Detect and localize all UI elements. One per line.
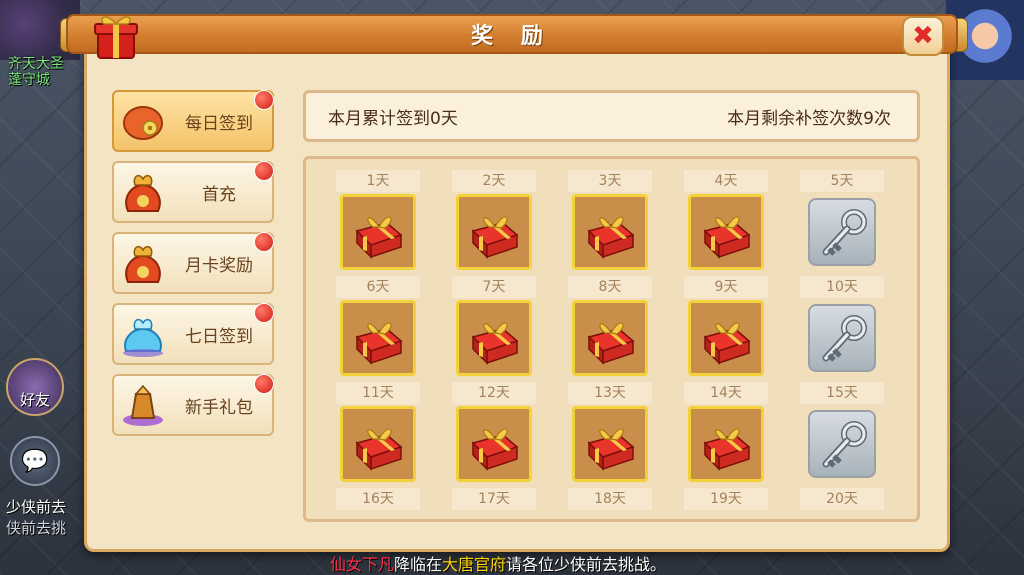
calendar-cell: 5天 <box>800 170 884 274</box>
day-label: 19天 <box>684 488 768 510</box>
day-label: 11天 <box>336 382 420 404</box>
day-label: 14天 <box>684 382 768 404</box>
tab-label: 月卡奖励 <box>185 255 253 276</box>
gift-reward-slot[interactable] <box>688 300 764 376</box>
tab-first-recharge[interactable]: 首充 <box>112 161 274 223</box>
notification-badge <box>254 232 274 252</box>
player-name: 齐天大圣 蓬守城 <box>8 56 64 88</box>
day-label: 15天 <box>800 382 884 404</box>
close-icon: ✖ <box>912 21 934 51</box>
tab-label: 七日签到 <box>185 326 253 347</box>
tab-daily-signin[interactable]: 每日签到 <box>112 90 274 152</box>
notification-badge <box>254 161 274 181</box>
calendar-cell: 7天 <box>452 276 536 380</box>
chat-line2: 侠前去挑 <box>6 519 67 537</box>
broadcast-text: 降临在 <box>394 555 443 574</box>
day-label: 8天 <box>568 276 652 298</box>
tab-seven-day-signin[interactable]: 七日签到 <box>112 303 274 365</box>
day-label: 10天 <box>800 276 884 298</box>
day-label: 5天 <box>800 170 884 192</box>
chat-bubble-icon: 💬 <box>21 448 49 474</box>
day-label: 9天 <box>684 276 768 298</box>
day-label: 3天 <box>568 170 652 192</box>
day-label: 16天 <box>336 488 420 510</box>
remaining-makeup-text: 本月剩余补签次数9次 <box>727 108 891 129</box>
gift-reward-slot[interactable] <box>456 300 532 376</box>
day-label: 20天 <box>800 488 884 510</box>
gift-reward-slot[interactable] <box>340 406 416 482</box>
broadcast-location: 大唐官府 <box>442 555 507 574</box>
notification-badge <box>254 90 274 110</box>
calendar-cell: 9天 <box>684 276 768 380</box>
calendar-cell: 3天 <box>568 170 652 274</box>
gift-reward-slot[interactable] <box>572 300 648 376</box>
day-label: 12天 <box>452 382 536 404</box>
gift-reward-slot[interactable] <box>456 194 532 270</box>
gift-reward-slot[interactable] <box>688 406 764 482</box>
system-broadcast: 仙女下凡降临在大唐官府请各位少侠前去挑战。 <box>330 551 666 575</box>
calendar-cell: 12天 <box>452 382 536 486</box>
calendar-cell: 8天 <box>568 276 652 380</box>
calendar-cell: 18天 <box>568 488 652 512</box>
notification-badge <box>254 374 274 394</box>
chat-button[interactable]: 💬 <box>10 436 60 486</box>
calendar-cell: 17天 <box>452 488 536 512</box>
gift-reward-slot[interactable] <box>688 194 764 270</box>
gift-reward-slot[interactable] <box>340 300 416 376</box>
calendar-cell: 2天 <box>452 170 536 274</box>
player-name-line1: 齐天大圣 <box>8 56 64 72</box>
day-label: 4天 <box>684 170 768 192</box>
friends-label: 好友 <box>19 391 50 409</box>
gift-reward-slot[interactable] <box>340 194 416 270</box>
coin-pouch-icon <box>114 92 172 150</box>
gift-reward-slot[interactable] <box>572 406 648 482</box>
tab-label: 首充 <box>202 184 236 205</box>
calendar-cell: 16天 <box>336 488 420 512</box>
day-label: 17天 <box>452 488 536 510</box>
signin-info-bar: 本月累计签到0天 本月剩余补签次数9次 <box>303 90 920 142</box>
chat-line1: 少侠前去 <box>6 498 67 516</box>
tab-label: 每日签到 <box>185 113 253 134</box>
day-label: 6天 <box>336 276 420 298</box>
calendar-cell: 19天 <box>684 488 768 512</box>
notification-badge <box>254 303 274 323</box>
day-label: 2天 <box>452 170 536 192</box>
tab-label: 新手礼包 <box>185 397 253 418</box>
calendar-cell: 13天 <box>568 382 652 486</box>
key-reward-slot[interactable] <box>808 410 876 478</box>
calendar-cell: 10天 <box>800 276 884 380</box>
money-bag-icon <box>114 163 172 221</box>
calendar-cell: 14天 <box>684 382 768 486</box>
dialog-title: 奖 励 <box>471 24 553 49</box>
calendar-cell: 15天 <box>800 382 884 486</box>
close-button[interactable]: ✖ <box>902 16 944 56</box>
broadcast-text: 请各位少侠前去挑战。 <box>506 555 667 574</box>
tab-monthly-card[interactable]: 月卡奖励 <box>112 232 274 294</box>
broadcast-event: 仙女下凡 <box>330 555 395 574</box>
gift-reward-slot[interactable] <box>572 194 648 270</box>
gift-box-icon <box>90 10 142 62</box>
day-label: 7天 <box>452 276 536 298</box>
day-label: 13天 <box>568 382 652 404</box>
key-reward-slot[interactable] <box>808 198 876 266</box>
gift-reward-slot[interactable] <box>456 406 532 482</box>
calendar-cell: 11天 <box>336 382 420 486</box>
signed-days-text: 本月累计签到0天 <box>328 108 458 129</box>
calendar-cell: 20天 <box>800 488 884 512</box>
calendar-cell: 6天 <box>336 276 420 380</box>
chat-preview: 少侠前去 侠前去挑 <box>6 496 66 538</box>
day-label: 1天 <box>336 170 420 192</box>
key-reward-slot[interactable] <box>808 304 876 372</box>
day-label: 18天 <box>568 488 652 510</box>
crystal-bag-icon <box>114 305 172 363</box>
dialog-title-bar: 奖 励 <box>66 14 958 54</box>
calendar-cell: 1天 <box>336 170 420 274</box>
player-name-line2: 蓬守城 <box>8 72 50 88</box>
treasure-icon <box>114 376 172 434</box>
tab-newbie-pack[interactable]: 新手礼包 <box>112 374 274 436</box>
friends-button[interactable]: 好友 <box>6 358 64 416</box>
calendar-cell: 4天 <box>684 170 768 274</box>
money-bag-icon <box>114 234 172 292</box>
